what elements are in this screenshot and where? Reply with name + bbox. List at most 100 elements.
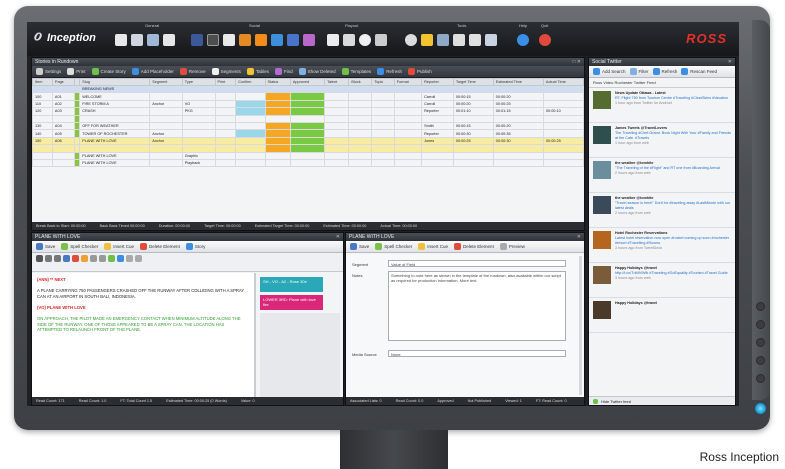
cell-page[interactable]: A04 [51,121,76,131]
cell-actual[interactable] [542,114,584,123]
cell-talent[interactable] [324,99,350,109]
cell-slug[interactable]: PLANE WITH LOVE [79,158,151,168]
cell-type[interactable]: Playback [181,158,216,168]
script-editor[interactable]: (ANN) ** NEXT A PLANE CARRYING 750 PASSE… [32,273,254,397]
cell-rep[interactable]: Jones [421,136,454,146]
cell-topic[interactable] [371,144,395,153]
cell-approved[interactable] [289,158,326,168]
insert-cue-button[interactable]: Insert Cue [418,243,448,250]
cell-item[interactable] [32,84,53,94]
cell-print[interactable] [214,107,237,116]
cell-seg[interactable] [149,107,183,116]
refresh-button[interactable]: Refresh [652,68,677,75]
cell-target[interactable]: 00:00:25 [452,136,494,146]
cell-print[interactable] [214,99,237,109]
save-button[interactable]: Save [36,243,55,250]
cell-page[interactable]: A01 [51,92,76,101]
cell-target[interactable]: 00:00:15 [452,121,494,131]
cell-page[interactable] [51,84,76,94]
cell-talent[interactable] [324,144,350,153]
cell-approved[interactable] [289,84,326,94]
tweet-item[interactable]: Hotel Rochester Reservations Latest hotel… [589,228,735,263]
column-header[interactable]: Talent [324,78,350,86]
cell-rep[interactable]: Smith [421,121,454,131]
cell-block[interactable] [348,99,373,109]
cell-rep[interactable] [421,144,454,153]
column-header[interactable]: Actual Time [542,78,584,86]
cell-est[interactable]: 00:00:35 [492,129,544,138]
cell-topic[interactable] [371,92,395,101]
column-header[interactable]: Format [393,78,423,86]
cell-block[interactable] [348,151,373,160]
chart-icon[interactable] [147,34,159,46]
monitor-button[interactable] [756,356,765,365]
find-button[interactable]: Find [274,68,293,75]
cell-item[interactable]: 150 [32,136,53,146]
templates-button[interactable]: Templates [341,68,371,75]
cell-topic[interactable] [371,121,395,131]
column-header[interactable]: Reporter [421,78,454,86]
column-header[interactable]: Approved [289,78,326,86]
segments-button[interactable]: Segments [211,68,241,75]
cell-actual[interactable] [542,84,584,94]
cell-actual[interactable] [542,144,584,153]
cell-item[interactable] [32,151,53,160]
cell-slug[interactable]: OFF FOR WEATHER [79,121,151,131]
cell-page[interactable]: A02 [51,99,76,109]
cell-confirm[interactable] [235,136,266,146]
column-header[interactable]: Estimated Time [492,78,544,86]
cell-confirm[interactable] [235,114,266,123]
bold-icon[interactable] [36,255,43,262]
cell-page[interactable]: A05 [51,129,76,138]
cell-topic[interactable] [371,129,395,138]
cell-item[interactable]: 120 [32,107,53,116]
cell-talent[interactable] [324,158,350,168]
hide-feed-link[interactable]: Hide Twitter feed [601,399,631,404]
cell-actual[interactable] [542,99,584,109]
table-row[interactable]: 110 A02 FIRE STORM A Anchor VO Carroll 00:00:2… [32,99,584,109]
tables-button[interactable]: Tables [246,68,269,75]
cell-type[interactable] [181,136,216,146]
cell-slug[interactable]: PLANE WITH LOVE [79,151,151,160]
cell-status[interactable] [264,129,291,138]
close-icon[interactable]: ✕ [728,59,732,65]
cell-approved[interactable] [289,92,326,101]
cell-talent[interactable] [324,92,350,101]
cell-rep[interactable]: Reporter [421,129,454,138]
cell-status[interactable] [264,114,291,123]
column-header[interactable]: Item [32,78,53,86]
cell-topic[interactable] [371,84,395,94]
table-row[interactable]: 100 A01 WELCOME Carroll 00:00:15 00:00:20 [32,92,584,101]
cell-actual[interactable]: 00:00:25 [542,136,584,146]
insert-cue-button[interactable]: Insert Cue [104,243,134,250]
cell-topic[interactable] [371,136,395,146]
link-icon[interactable] [117,255,124,262]
search-icon[interactable] [453,34,465,46]
cell-target[interactable] [452,144,494,153]
column-header[interactable]: Slug [79,78,151,86]
avatar[interactable] [593,196,611,214]
add-search-button[interactable]: Add Search [593,68,626,75]
avatar[interactable] [593,231,611,249]
cell-slug[interactable]: FIRE STORM A [79,99,151,109]
key-icon[interactable] [421,34,433,46]
avatar[interactable] [593,301,611,319]
column-header[interactable]: Topic [371,78,395,86]
refresh-button[interactable]: Refresh [377,68,402,75]
cell-page[interactable] [51,158,76,168]
cell-seg[interactable] [149,84,183,94]
cell-seg[interactable] [149,92,183,101]
cell-block[interactable] [348,136,373,146]
cell-print[interactable] [214,151,237,160]
cell-print[interactable] [214,114,237,123]
cell-block[interactable] [348,144,373,153]
cell-confirm[interactable] [235,99,266,109]
cell-page[interactable]: A03 [51,107,76,116]
cell-confirm[interactable] [235,144,266,153]
cell-topic[interactable] [371,151,395,160]
column-header[interactable]: Page [51,78,76,86]
cell-block[interactable] [348,84,373,94]
cell-block[interactable] [348,129,373,138]
cell-slug[interactable] [79,114,151,123]
rundown-icon[interactable] [131,34,143,46]
